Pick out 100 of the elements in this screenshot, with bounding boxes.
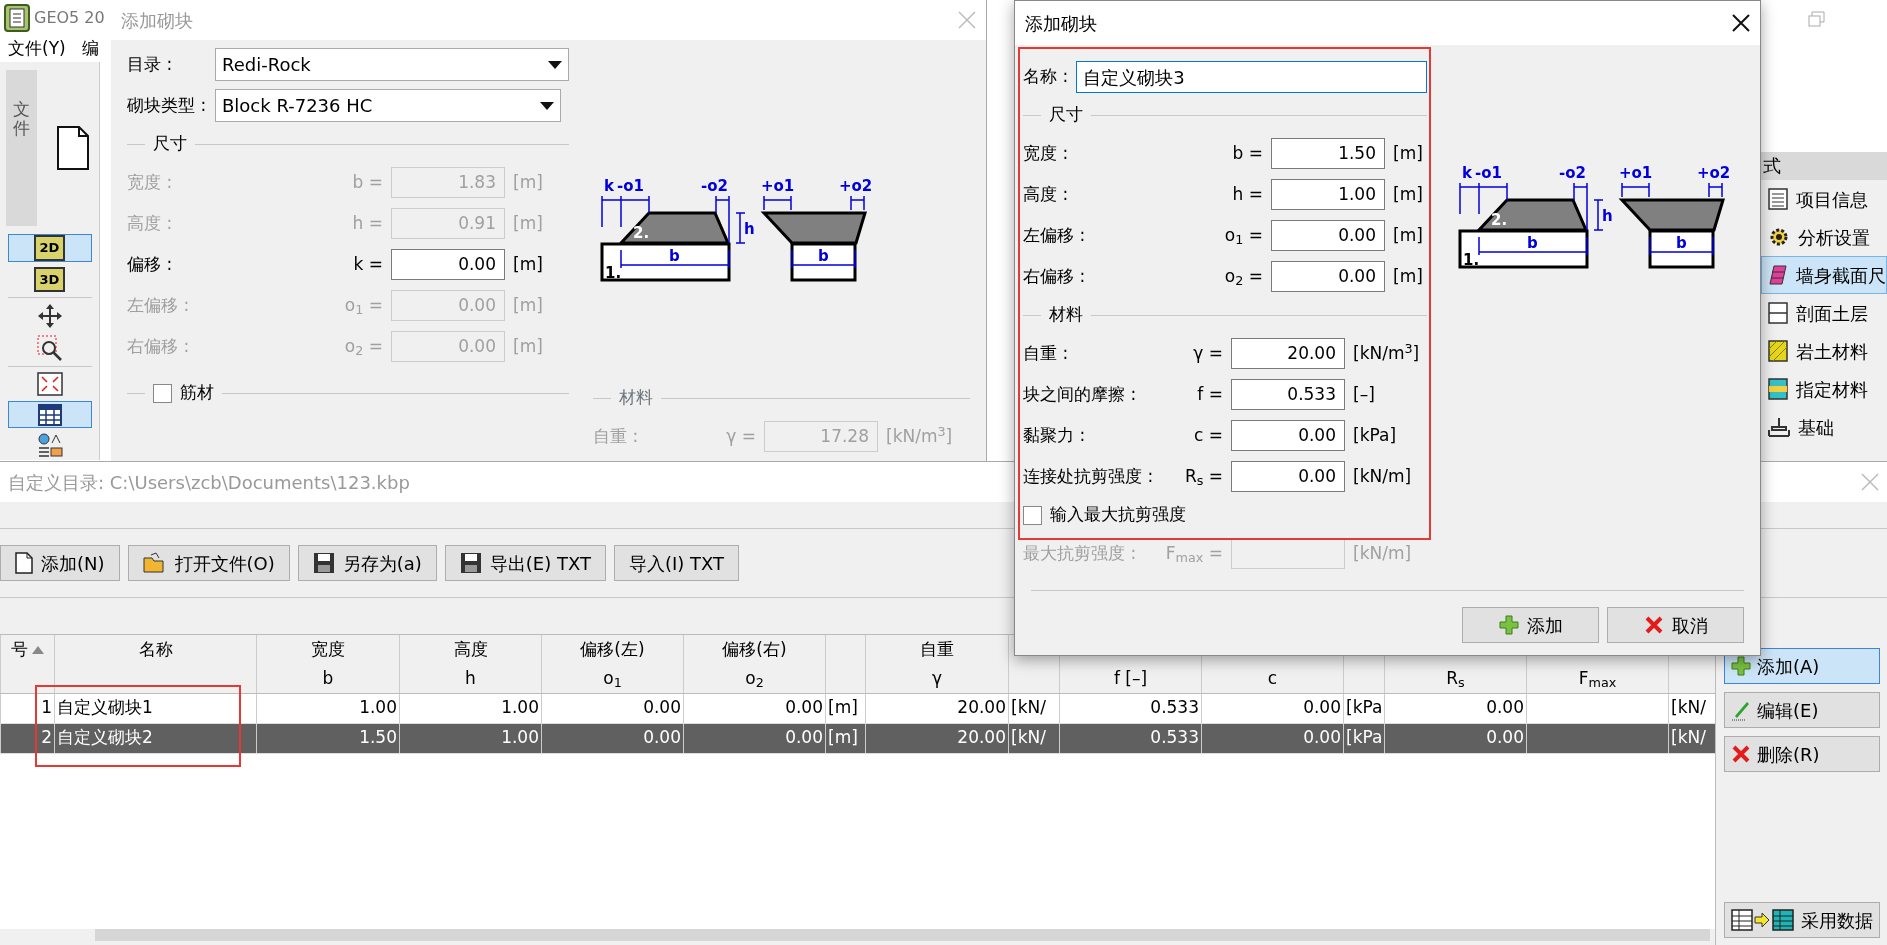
column-header: 自重: [920, 637, 954, 661]
side-button[interactable]: 添加(A): [1724, 648, 1880, 684]
table-cell: [kN/: [1671, 697, 1706, 718]
number-field[interactable]: 0.00: [1271, 220, 1385, 251]
table-cell: [kPa: [1346, 727, 1383, 748]
table-cell: 1.00: [501, 727, 539, 748]
table-cell: 1: [41, 697, 52, 718]
checkbox[interactable]: [1023, 505, 1042, 525]
caret-icon: [540, 101, 554, 110]
table-cell: 20.00: [957, 727, 1006, 748]
table-cell: 0.533: [1150, 697, 1199, 718]
unit-label: [kPa]: [1353, 423, 1397, 447]
symbol-label: o$_{2}$ =: [1224, 264, 1263, 291]
diagram-label: -o1: [1475, 164, 1502, 182]
side-button[interactable]: 删除(R): [1724, 736, 1880, 772]
cancel-button[interactable]: 取消: [1607, 607, 1744, 643]
table-cell: [kN/: [1671, 727, 1706, 748]
table-row[interactable]: 2 自定义砌块2 1.50 1.00 0.00 0.00 [m] 20.00 [kN/ 0.533 0.00 [kPa 0.00 [kN/: [0, 723, 1716, 753]
diagram-label: h: [1602, 207, 1613, 225]
view-3d-button[interactable]: 3D: [7, 265, 92, 293]
number-field[interactable]: 0.00: [391, 249, 505, 280]
unit-label: [m]: [513, 334, 544, 358]
side-button[interactable]: 编辑(E): [1724, 692, 1880, 728]
diagram-label: 2.: [633, 224, 650, 242]
number-field[interactable]: 0.533: [1231, 379, 1345, 410]
symbol-label: o$_{2}$ =: [344, 334, 383, 361]
gear-icon: [1768, 226, 1790, 248]
panel-item[interactable]: 墙身截面尺: [1761, 256, 1887, 294]
toolbar-button[interactable]: 导出(E) TXT: [444, 545, 606, 581]
panel-item[interactable]: 指定材料: [1761, 370, 1887, 408]
table-cell: 0.00: [1303, 697, 1341, 718]
dropdown[interactable]: Redi-Rock: [215, 48, 569, 81]
table-cell: 20.00: [957, 697, 1006, 718]
diagram-label: 1.: [605, 264, 622, 282]
vertical-tab[interactable]: 文件: [6, 70, 37, 226]
scrollbar[interactable]: [95, 929, 1710, 941]
table-cell: [kPa: [1346, 697, 1383, 718]
toolbar-button[interactable]: 添加(N): [0, 545, 120, 581]
number-field[interactable]: 20.00: [1231, 338, 1345, 369]
table-cell: 0.00: [1486, 697, 1524, 718]
table-cell: 1.00: [501, 697, 539, 718]
field-label: 右偏移 :: [127, 334, 191, 358]
panel-item[interactable]: 基础: [1761, 408, 1887, 446]
table-row[interactable]: 1 自定义砌块1 1.00 1.00 0.00 0.00 [m] 20.00 [kN/ 0.533 0.00 [kPa 0.00 [kN/: [0, 693, 1716, 723]
menu-item[interactable]: 编: [81, 36, 99, 62]
diagram-label: 2.: [1491, 211, 1508, 229]
plus-icon: [1498, 615, 1519, 635]
caret-icon: [548, 60, 562, 69]
symbol-label: F$_{max}$ =: [1165, 541, 1223, 568]
number-field[interactable]: 0.00: [1231, 420, 1345, 451]
table-tool-button[interactable]: [7, 401, 92, 428]
symbol-label: h =: [1232, 182, 1263, 206]
dropdown[interactable]: Block R-7236 HC: [215, 89, 561, 122]
toolbar-button[interactable]: 打开文件(O): [127, 545, 290, 581]
column-header: b: [322, 666, 334, 690]
panel-item[interactable]: 项目信息: [1761, 180, 1887, 218]
close-icon[interactable]: [1732, 14, 1750, 32]
symbol-label: f =: [1197, 382, 1223, 406]
column-header: o$_{1}$: [603, 666, 622, 691]
view-2d-button[interactable]: 2D: [7, 234, 92, 262]
diagram-label: -o2: [701, 177, 728, 195]
number-field[interactable]: 0.00: [1231, 461, 1345, 492]
field-label: 左偏移 :: [127, 293, 191, 317]
diagram-label: -o2: [1559, 164, 1586, 182]
move-arrows-icon: [36, 302, 63, 329]
column-header: 宽度: [311, 637, 345, 661]
toolbar-button[interactable]: 另存为(a): [297, 545, 437, 581]
list-icon: [1768, 188, 1788, 210]
column-header: 高度: [453, 637, 488, 661]
menu-item[interactable]: 文件(Y): [8, 36, 66, 62]
panel-item[interactable]: 剖面土层: [1761, 294, 1887, 332]
panel-item[interactable]: 分析设置: [1761, 218, 1887, 256]
checkbox[interactable]: [153, 383, 172, 403]
panel-item[interactable]: 岩土材料: [1761, 332, 1887, 370]
add-button[interactable]: 添加: [1462, 607, 1599, 643]
number-field[interactable]: 1.00: [1271, 179, 1385, 210]
table-cell: 0.00: [1303, 727, 1341, 748]
toolbar-button[interactable]: 导入(I) TXT: [613, 545, 740, 581]
field-label: 右偏移 :: [1023, 264, 1087, 288]
table-cell: 1.00: [359, 697, 397, 718]
table-cell: 2: [41, 727, 52, 748]
number-field[interactable]: 0.00: [1271, 261, 1385, 292]
folder-icon: [142, 552, 167, 574]
symbol-label: h =: [352, 211, 383, 235]
hatched-square-icon: [1768, 340, 1788, 362]
symbol-label: R$_{s}$ =: [1184, 464, 1223, 491]
column-header: 偏移(右): [722, 637, 787, 661]
sort-arrow-icon[interactable]: [32, 645, 44, 654]
field-label: 最大抗剪强度 :: [1023, 541, 1138, 565]
number-field[interactable]: 1.50: [1271, 138, 1385, 169]
unit-label: [m]: [1393, 182, 1424, 206]
field-label: 自重 :: [593, 424, 640, 448]
table-cell: 0.00: [1486, 727, 1524, 748]
unit-label: [m]: [513, 293, 544, 317]
diagram-label: +o1: [1619, 164, 1653, 182]
apply-data-button[interactable]: 采用数据: [1724, 902, 1880, 938]
column-header: F$_{max}$: [1578, 666, 1617, 691]
column-header: 号: [11, 637, 28, 661]
symbol-label: γ =: [726, 424, 756, 448]
name-field[interactable]: 自定义砌块3: [1076, 61, 1427, 93]
